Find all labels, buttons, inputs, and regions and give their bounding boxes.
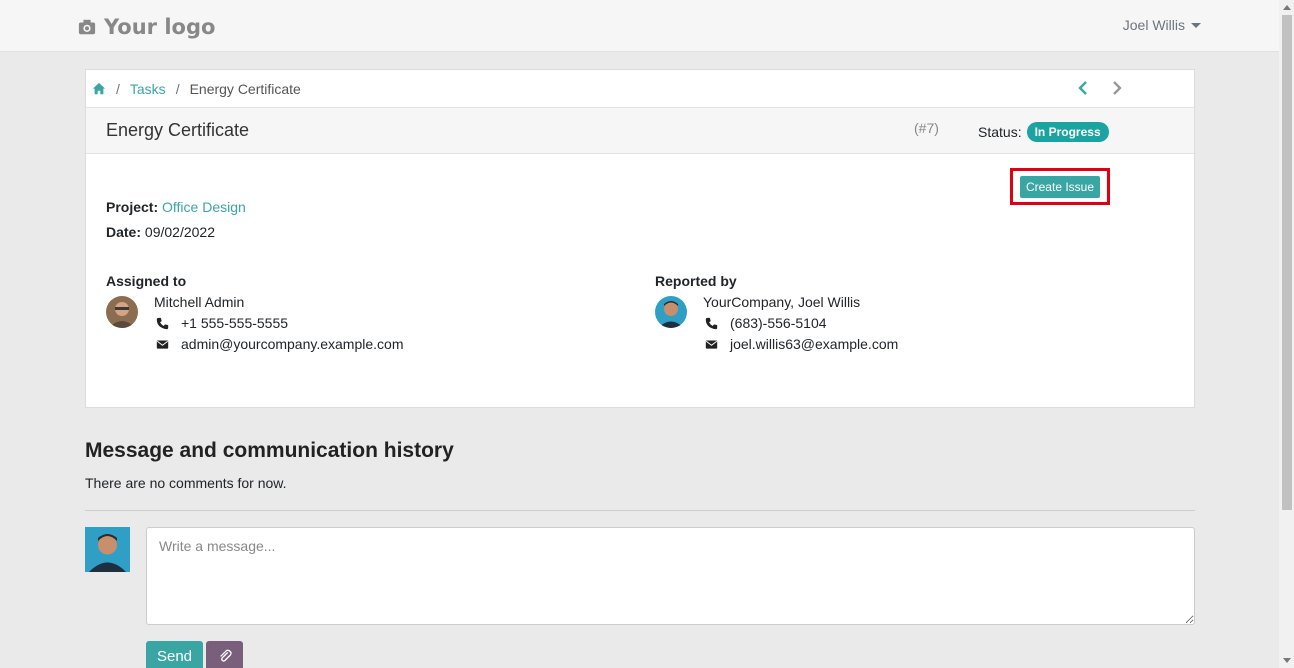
assignee-avatar [106,296,138,328]
paperclip-icon [219,649,232,662]
reporter-avatar [655,296,687,328]
project-field: Project: Office Design [106,199,246,215]
breadcrumb-tasks-link[interactable]: Tasks [130,81,166,97]
date-value: 09/02/2022 [144,224,215,240]
caret-down-icon [1191,22,1201,28]
task-title: Energy Certificate [106,120,250,140]
phone-icon [705,317,718,329]
attach-button[interactable] [206,641,243,668]
send-button[interactable]: Send [146,641,203,668]
user-menu[interactable]: Joel Willis [1123,17,1201,33]
scroll-up-arrow[interactable] [1283,5,1291,10]
previous-record-button[interactable] [1076,80,1090,96]
envelope-icon [156,339,169,349]
reported-by-label: Reported by [655,273,737,289]
reporter-phone: (683)-556-5104 [730,315,827,331]
task-id: (#7) [914,120,939,136]
history-title: Message and communication history [85,439,454,462]
message-input[interactable] [146,527,1195,625]
next-record-button[interactable] [1110,80,1124,96]
reporter-email-row: joel.willis63@example.com [705,336,898,352]
task-card: / Tasks / Energy Certificate Energy Cert… [85,69,1195,408]
status-label: Status: [978,124,1022,140]
current-user-avatar [85,527,130,572]
assignee-phone-row: +1 555-555-5555 [156,315,288,331]
envelope-icon [705,339,718,349]
divider [85,510,1195,511]
reporter-phone-row: (683)-556-5104 [705,315,827,331]
breadcrumb: / Tasks / Energy Certificate [86,70,1194,108]
breadcrumb-separator: / [175,80,180,97]
assigned-to-label: Assigned to [106,273,187,289]
task-header: Energy Certificate (#7) Status: In Progr… [86,108,1194,154]
task-status: Status: In Progress [978,122,1109,142]
create-issue-highlight: Create Issue [1010,168,1110,205]
record-pager [1076,80,1124,96]
company-logo[interactable]: Your logo [78,12,215,42]
reporter-email: joel.willis63@example.com [730,336,899,352]
date-field: Date: 09/02/2022 [106,224,215,240]
breadcrumb-current: Energy Certificate [189,80,301,97]
scroll-down-arrow[interactable] [1283,658,1291,663]
breadcrumb-separator: / [116,80,120,97]
reporter-name: YourCompany, Joel Willis [703,294,861,310]
chevron-left-icon [1078,81,1087,95]
assignee-name: Mitchell Admin [154,294,245,310]
assignee-email: admin@yourcompany.example.com [181,336,404,352]
scroll-thumb[interactable] [1282,15,1292,510]
project-link[interactable]: Office Design [162,199,246,215]
create-issue-button[interactable]: Create Issue [1019,175,1101,198]
project-label: Project: [106,199,159,215]
logo-text: Your logo [104,15,216,39]
top-navbar: Your logo Joel Willis [0,0,1279,52]
assignee-phone: +1 555-555-5555 [181,315,289,331]
page-scrollbar[interactable] [1279,0,1294,668]
assignee-email-row: admin@yourcompany.example.com [156,336,404,352]
no-comments-text: There are no comments for now. [85,475,287,491]
chevron-right-icon [1113,81,1122,95]
date-label: Date: [106,224,142,240]
camera-icon [78,19,96,35]
phone-icon [156,317,169,329]
home-icon[interactable] [92,82,106,96]
user-name: Joel Willis [1122,17,1185,33]
status-badge: In Progress [1026,122,1109,142]
